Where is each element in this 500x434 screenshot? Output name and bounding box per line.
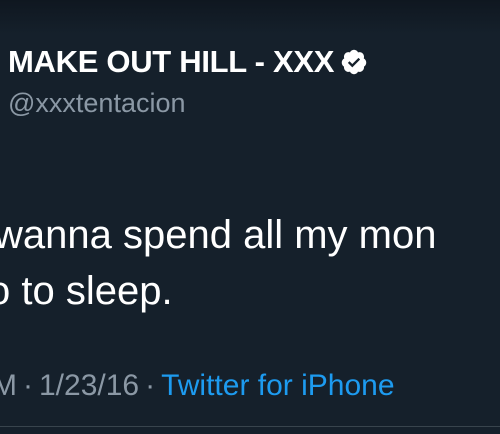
tweet-header: MAKE OUT HILL - XXX @xxxtentacion [8, 42, 498, 119]
verified-badge-icon [340, 48, 368, 76]
author-handle[interactable]: @xxxtentacion [8, 88, 498, 119]
author-row[interactable]: MAKE OUT HILL - XXX [8, 42, 498, 82]
tweet-text: wanna spend all my mon o to sleep. [0, 207, 500, 319]
top-edge [0, 0, 500, 34]
tweet-date[interactable]: 1/23/16 [39, 369, 139, 402]
meta-separator: · [145, 369, 156, 402]
tweet-text-line: wanna spend all my mon [0, 213, 437, 257]
tweet-metadata: M · 1/23/16 · Twitter for iPhone [0, 369, 395, 403]
tweet-time[interactable]: M [0, 369, 17, 402]
meta-separator: · [23, 369, 33, 402]
author-display-name[interactable]: MAKE OUT HILL - XXX [8, 44, 334, 80]
tweet-text-line: o to sleep. [0, 269, 173, 313]
tweet-source-link[interactable]: Twitter for iPhone [161, 369, 394, 402]
divider [0, 426, 500, 427]
